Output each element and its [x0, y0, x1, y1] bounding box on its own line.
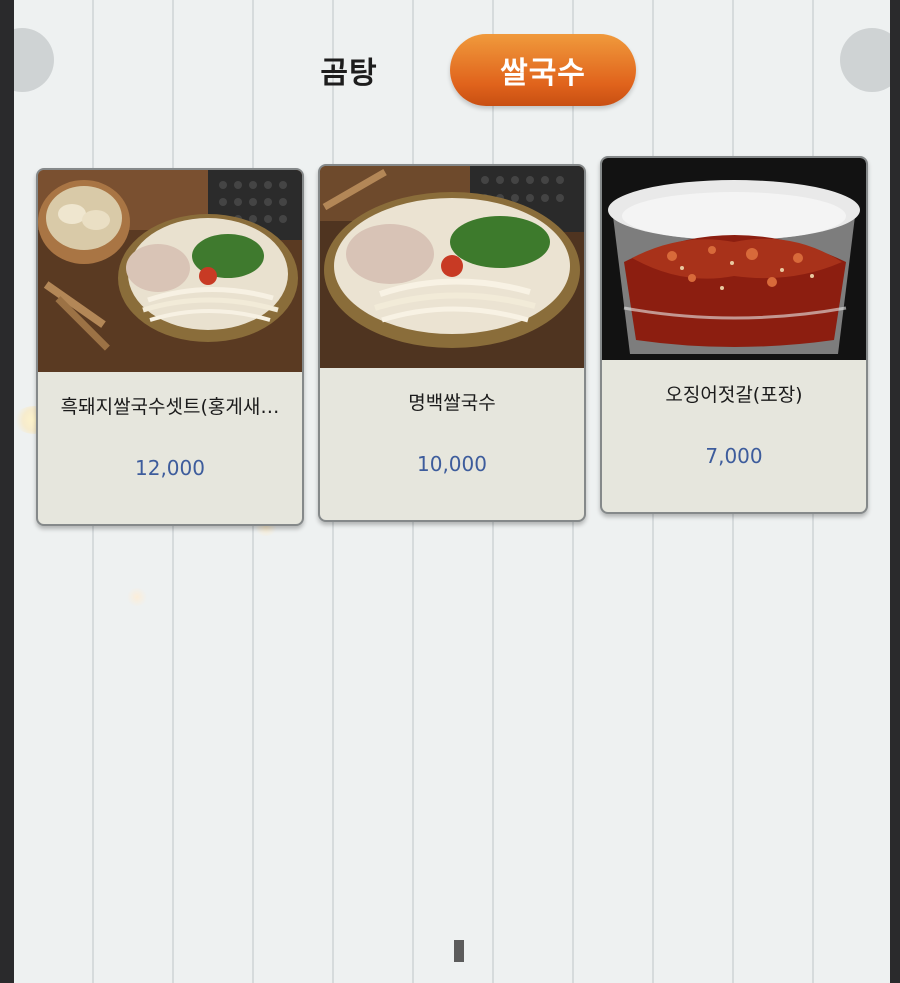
menu-item-name: 명백쌀국수 [408, 392, 496, 414]
tab-ssalguksu[interactable]: 쌀국수 [450, 34, 636, 106]
screen-glare [126, 588, 148, 606]
menu-item-price: 7,000 [705, 444, 763, 468]
menu-item-price: 10,000 [417, 452, 487, 476]
tab-gomtang[interactable]: 곰탕 [294, 34, 404, 106]
page-indicator [454, 940, 464, 962]
noodle-soup-photo [320, 166, 584, 368]
category-tabs: 곰탕 쌀국수 [14, 34, 890, 108]
menu-item-name: 흑돼지쌀국수셋트(홍게새… [60, 396, 280, 418]
menu-card[interactable]: 오징어젓갈(포장) 7,000 [600, 156, 868, 514]
menu-item-name: 오징어젓갈(포장) [665, 384, 803, 406]
menu-card[interactable]: 명백쌀국수 10,000 [318, 164, 586, 522]
squid-jeotgal-container-photo [602, 158, 866, 360]
noodle-soup-with-dumplings-photo [38, 170, 302, 372]
menu-card[interactable]: 흑돼지쌀국수셋트(홍게새… 12,000 [36, 168, 304, 526]
menu-item-price: 12,000 [135, 456, 205, 480]
kiosk-screen: 곰탕 쌀국수 흑돼지쌀국수셋트(홍게새… 12,000 명백쌀국수 10,000… [14, 0, 890, 983]
